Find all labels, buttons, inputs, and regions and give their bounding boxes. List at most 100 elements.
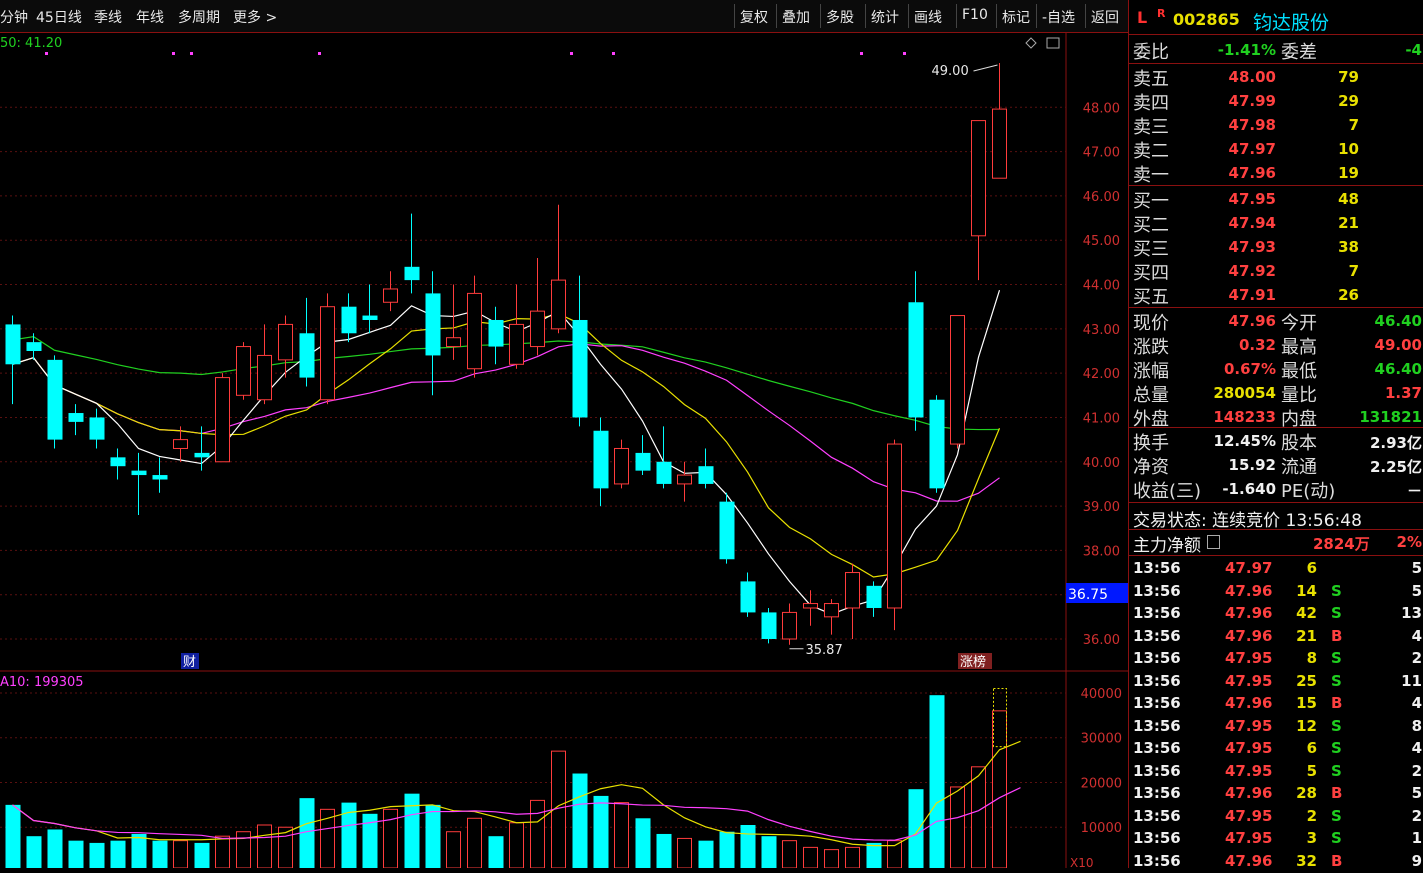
candle-body-up xyxy=(551,279,566,330)
tick-side: S xyxy=(1331,581,1342,600)
tick-side: B xyxy=(1331,851,1343,870)
sell-level-label: 卖四 xyxy=(1133,93,1169,114)
stat-label: 现价 xyxy=(1133,313,1169,334)
candle-body-down xyxy=(47,359,63,440)
toolbar-button-4[interactable]: 画线 xyxy=(914,7,942,27)
candle-body-down xyxy=(26,342,42,351)
fundamental-row: 换手 12.45% 股本 2.93亿 xyxy=(1129,429,1423,454)
buy-price[interactable]: 47.92 xyxy=(1229,262,1276,280)
sell-price[interactable]: 47.98 xyxy=(1229,116,1276,134)
tick-row[interactable]: 13:56 47.96 28 B 5 xyxy=(1129,783,1423,805)
tick-row[interactable]: 13:56 47.95 8 S 2 xyxy=(1129,648,1423,670)
tick-count: 4 xyxy=(1411,739,1422,757)
toolbar-button-2[interactable]: 多股 xyxy=(826,7,854,27)
stock-name[interactable]: 钧达股份 xyxy=(1253,8,1329,35)
stat-label: 股本 xyxy=(1281,433,1317,454)
stat-label: 外盘 xyxy=(1133,409,1169,430)
sell-price[interactable]: 47.97 xyxy=(1229,140,1276,158)
volume-unit-label: X10 xyxy=(1070,856,1094,868)
price-axis-label: 40.00 xyxy=(1083,456,1120,471)
toolbar-button-7[interactable]: -自选 xyxy=(1042,7,1075,27)
sell-price[interactable]: 48.00 xyxy=(1229,68,1276,86)
candle-body-down xyxy=(68,413,84,422)
candle-body-down xyxy=(89,417,105,440)
tick-row[interactable]: 13:56 47.96 14 S 5 xyxy=(1129,581,1423,603)
sell-level-label: 卖五 xyxy=(1133,69,1169,90)
sell-price[interactable]: 47.99 xyxy=(1229,92,1276,110)
candle-body-down xyxy=(5,324,21,365)
tick-count: 1 xyxy=(1411,829,1422,847)
toolbar-left-2[interactable]: 季线 xyxy=(94,7,122,27)
buy-price[interactable]: 47.95 xyxy=(1229,190,1276,208)
stat-value: -1.640 xyxy=(1222,480,1276,498)
tick-side: S xyxy=(1331,739,1342,757)
toolbar-button-0[interactable]: 复权 xyxy=(740,7,768,27)
kline-chart[interactable]: 48.00 47.00 46.00 45.00 44.00 43.00 42.00 41.00… xyxy=(0,32,1128,868)
buy-price[interactable]: 47.94 xyxy=(1229,214,1276,232)
candle-body-up xyxy=(257,354,272,401)
sell-level-row: 卖二 47.97 10 xyxy=(1129,137,1423,162)
candle-body-up xyxy=(215,377,230,463)
toolbar-left-5[interactable]: 更多 > xyxy=(233,7,277,27)
mainflow-pct: 2% xyxy=(1396,533,1422,551)
tick-count: 4 xyxy=(1411,626,1422,645)
weicha-label: 委差 xyxy=(1281,42,1317,63)
tick-price: 47.95 xyxy=(1225,716,1273,735)
buy-level-label: 买三 xyxy=(1133,239,1169,260)
toolbar-button-8[interactable]: 返回 xyxy=(1091,7,1119,27)
tick-row[interactable]: 13:56 47.97 6 5 xyxy=(1129,558,1423,580)
toolbar-separator xyxy=(996,4,997,28)
toolbar-left-3[interactable]: 年线 xyxy=(136,7,164,27)
tick-price: 47.96 xyxy=(1225,784,1273,802)
divider xyxy=(1129,307,1423,308)
toolbar-button-5[interactable]: F10 xyxy=(962,7,988,23)
stat-label: 量比 xyxy=(1281,385,1317,406)
stat-label: 换手 xyxy=(1133,433,1169,454)
sell-price[interactable]: 47.96 xyxy=(1229,164,1276,182)
toolbar-button-1[interactable]: 叠加 xyxy=(782,7,810,27)
toolbar-left-0[interactable]: 分钟 xyxy=(0,7,28,27)
divider xyxy=(1129,185,1423,186)
tick-row[interactable]: 13:56 47.96 42 S 13 xyxy=(1129,603,1423,625)
volume-bar-down xyxy=(5,804,21,868)
volume-bar-down xyxy=(425,804,441,868)
high-marker-arrow xyxy=(973,64,998,72)
volume-axis-label: 30000 xyxy=(1081,732,1122,747)
buy-price[interactable]: 47.91 xyxy=(1229,286,1276,304)
tick-row[interactable]: 13:56 47.95 25 S 11 xyxy=(1129,671,1423,693)
candle-body-down xyxy=(866,585,882,608)
tick-row[interactable]: 13:56 47.95 5 S 2 xyxy=(1129,761,1423,783)
tick-row[interactable]: 13:56 47.96 32 B 9 xyxy=(1129,851,1423,873)
sell-level-row: 卖五 48.00 79 xyxy=(1129,65,1423,90)
tick-row[interactable]: 13:56 47.96 15 B 4 xyxy=(1129,693,1423,715)
toolbar-separator xyxy=(956,4,957,28)
toolbar-left-1[interactable]: 45日线 xyxy=(36,7,82,27)
tick-volume: 2 xyxy=(1306,806,1317,825)
stat-label: 今开 xyxy=(1281,313,1317,334)
toolbar-button-6[interactable]: 标记 xyxy=(1002,7,1030,27)
tick-row[interactable]: 13:56 47.95 3 S 1 xyxy=(1129,828,1423,850)
candle-body-down xyxy=(131,470,147,476)
toolbar-button-3[interactable]: 统计 xyxy=(871,7,899,27)
volume-bar-down xyxy=(719,831,735,868)
window-icon xyxy=(1046,37,1060,49)
tick-row[interactable]: 13:56 47.95 12 S 8 xyxy=(1129,716,1423,738)
list-icon[interactable] xyxy=(1207,535,1220,549)
candle-body-down xyxy=(698,466,714,484)
tick-row[interactable]: 13:56 47.96 21 B 4 xyxy=(1129,626,1423,648)
volume-axis-label: 40000 xyxy=(1081,687,1122,702)
toolbar-left-4[interactable]: 多周期 xyxy=(178,7,220,27)
buy-price[interactable]: 47.93 xyxy=(1229,238,1276,256)
tick-row[interactable]: 13:56 47.95 6 S 4 xyxy=(1129,738,1423,760)
ma5-line xyxy=(12,290,1001,615)
tick-count: 13 xyxy=(1401,604,1422,622)
tick-row[interactable]: 13:56 47.95 2 S 2 xyxy=(1129,806,1423,828)
price-axis-label: 45.00 xyxy=(1083,234,1120,249)
signal-dot xyxy=(172,52,175,55)
tick-count: 2 xyxy=(1411,649,1422,667)
volume-bar-down xyxy=(698,840,714,868)
stat-value: 46.40 xyxy=(1374,312,1422,330)
stat-value: 148233 xyxy=(1213,408,1276,426)
tick-price: 47.95 xyxy=(1225,671,1273,690)
stat-label: 流通 xyxy=(1281,457,1317,478)
